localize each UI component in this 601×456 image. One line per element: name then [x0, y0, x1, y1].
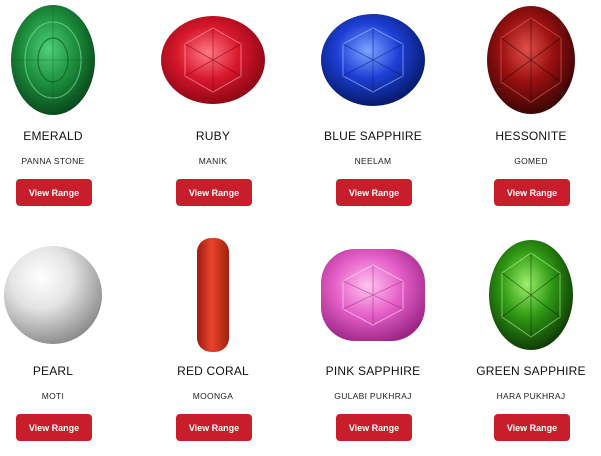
gemstone-grid: EMERALD PANNA STONE View Range RUBY MANI…	[0, 0, 601, 456]
view-range-button-pink-sapphire[interactable]: View Range	[336, 414, 412, 441]
gem-card-pearl: PEARL MOTI View Range	[0, 235, 128, 455]
view-range-button-hessonite[interactable]: View Range	[494, 179, 570, 206]
emerald-gem-icon[interactable]	[0, 0, 128, 120]
gem-alias: MOTI	[41, 391, 65, 401]
gem-alias: GULABI PUKHRAJ	[334, 391, 412, 401]
red-coral-gem-icon[interactable]	[138, 235, 288, 355]
ruby-gem-icon[interactable]	[138, 0, 288, 120]
gem-card-red-coral: RED CORAL MOONGA View Range	[138, 235, 288, 455]
gem-name: GREEN SAPPHIRE	[476, 364, 586, 378]
gem-card-pink-sapphire: PINK SAPPHIRE GULABI PUKHRAJ View Range	[298, 235, 448, 455]
view-range-button-pearl[interactable]: View Range	[16, 414, 92, 441]
gem-alias: MOONGA	[192, 391, 234, 401]
gem-card-blue-sapphire: BLUE SAPPHIRE NEELAM View Range	[298, 0, 448, 220]
view-range-button-blue-sapphire[interactable]: View Range	[336, 179, 412, 206]
view-range-button-emerald[interactable]: View Range	[16, 179, 92, 206]
view-range-button-ruby[interactable]: View Range	[176, 179, 252, 206]
gem-name: HESSONITE	[495, 129, 567, 143]
blue-sapphire-gem-icon[interactable]	[298, 0, 448, 120]
pink-sapphire-gem-icon[interactable]	[298, 235, 448, 355]
gem-alias: PANNA STONE	[21, 156, 85, 166]
gem-card-ruby: RUBY MANIK View Range	[138, 0, 288, 220]
gem-name: PINK SAPPHIRE	[325, 364, 421, 378]
green-sapphire-gem-icon[interactable]	[456, 235, 601, 355]
gem-card-emerald: EMERALD PANNA STONE View Range	[0, 0, 128, 220]
gem-name: RED CORAL	[177, 364, 249, 378]
pearl-gem-icon[interactable]	[0, 235, 128, 355]
gem-card-hessonite: HESSONITE GOMED View Range	[456, 0, 601, 220]
gem-alias: HARA PUKHRAJ	[496, 391, 566, 401]
view-range-button-red-coral[interactable]: View Range	[176, 414, 252, 441]
view-range-button-green-sapphire[interactable]: View Range	[494, 414, 570, 441]
gem-alias: GOMED	[514, 156, 548, 166]
gem-name: BLUE SAPPHIRE	[324, 129, 422, 143]
gem-name: EMERALD	[23, 129, 83, 143]
gem-alias: MANIK	[198, 156, 228, 166]
gem-name: PEARL	[32, 364, 74, 378]
hessonite-gem-icon[interactable]	[456, 0, 601, 120]
gem-alias: NEELAM	[354, 156, 392, 166]
gem-name: RUBY	[195, 129, 231, 143]
gem-card-green-sapphire: GREEN SAPPHIRE HARA PUKHRAJ View Range	[456, 235, 601, 455]
